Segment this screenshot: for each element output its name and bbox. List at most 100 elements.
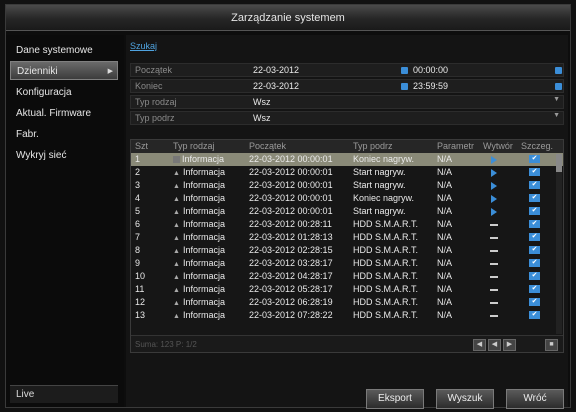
next-page-icon[interactable]: ▶ [503,339,516,351]
play-icon[interactable] [491,156,497,164]
row-parameter: N/A [437,193,452,203]
start-date-field[interactable]: 22-03-2012 [253,65,299,75]
warning-icon: ▲ [173,248,180,255]
export-button[interactable]: Eksport [366,389,424,409]
row-time-text: 22-03-2012 00:00:01 [249,193,333,203]
details-check-icon[interactable]: ✔ [529,298,540,306]
row-number: 13 [135,310,145,320]
details-check-icon[interactable]: ✔ [529,259,540,267]
table-row[interactable]: 3 ▲ Informacja 22-03-2012 00:00:01 Start nag… [131,179,563,192]
live-view-button[interactable]: Live [10,385,118,403]
details-check-icon[interactable]: ✔ [529,181,540,189]
row-minor-type: HDD S.M.A.R.T. [353,297,418,307]
sidebar-item-configuration[interactable]: Konfiguracja [10,83,118,102]
clock-icon[interactable] [555,67,562,74]
end-time-field[interactable]: 23:59:59 [413,81,448,91]
row-time-text: 22-03-2012 00:00:01 [249,206,333,216]
details-check-icon[interactable]: ✔ [529,233,540,241]
major-type-row[interactable]: Typ rodzaj Wsz ▼ [130,95,564,109]
row-parameter: N/A [437,180,452,190]
play-icon[interactable] [491,182,497,190]
calendar-icon[interactable] [401,83,408,90]
play-icon[interactable] [491,195,497,203]
col-major-type: Typ rodzaj [173,141,215,151]
end-date-field[interactable]: 22-03-2012 [253,81,299,91]
warning-icon: ▲ [173,300,180,307]
table-row[interactable]: 12 ▲ Informacja 22-03-2012 06:28:19 HDD S.M.… [131,296,563,309]
row-major-type-text: Informacja [182,297,225,307]
tab-search[interactable]: Szukaj [130,41,157,51]
details-check-icon[interactable]: ✔ [529,246,540,254]
row-major-type: ▲ Informacja [173,258,225,268]
row-parameter: N/A [437,258,452,268]
clock-icon[interactable] [555,83,562,90]
minor-type-row[interactable]: Typ podrz Wsz ▼ [130,111,564,125]
first-page-icon[interactable]: ◀ [473,339,486,351]
row-time-text: 22-03-2012 03:28:17 [249,258,333,268]
row-minor-type: HDD S.M.A.R.T. [353,284,418,294]
details-check-icon[interactable]: ✔ [529,220,540,228]
row-minor-type: HDD S.M.A.R.T. [353,310,418,320]
details-check-icon[interactable]: ✔ [529,311,540,319]
row-parameter: N/A [437,284,452,294]
warning-icon: ▲ [173,222,180,229]
details-check-icon[interactable]: ✔ [529,168,540,176]
details-check-icon[interactable]: ✔ [529,194,540,202]
sidebar-item-firmware-update[interactable]: Aktual. Firmware [10,104,118,123]
table-row[interactable]: 1 Informacja 22-03-2012 00:00:01 Koniec nag… [131,153,563,166]
table-row[interactable]: 4 ▲ Informacja 22-03-2012 00:00:01 Koniec na… [131,192,563,205]
result-count: Suma: 123 P: 1/2 [135,340,197,349]
row-number-text: 8 [135,245,141,255]
table-row[interactable]: 10 ▲ Informacja 22-03-2012 04:28:17 HDD S.M.… [131,270,563,283]
play-icon[interactable] [491,208,497,216]
info-icon [173,156,180,163]
sidebar-item-network-detect[interactable]: Wykryj sieć [10,146,118,165]
details-check-icon[interactable]: ✔ [529,207,540,215]
dash-icon [490,302,498,304]
row-minor-type: HDD S.M.A.R.T. [353,258,418,268]
search-button[interactable]: Wyszuk [436,389,494,409]
row-number: 1 [135,154,140,164]
table-row[interactable]: 6 ▲ Informacja 22-03-2012 00:28:11 HDD S.M.A… [131,218,563,231]
system-management-window: Zarządzanie systemem Dane systemowe Dzie… [5,4,571,409]
row-time-text: 22-03-2012 02:28:15 [249,245,333,255]
sidebar-item-system-info[interactable]: Dane systemowe [10,41,118,60]
scrollbar-thumb[interactable] [556,154,562,172]
start-label: Początek [135,65,173,75]
row-parameter-text: N/A [437,154,453,164]
prev-page-icon[interactable]: ◀ [488,339,501,351]
row-major-type: ▲ Informacja [173,219,225,229]
start-time-field[interactable]: 00:00:00 [413,65,448,75]
row-number-text: 2 [135,167,141,177]
dash-icon [490,289,498,291]
row-time-text: 22-03-2012 07:28:22 [249,310,333,320]
view-icon[interactable]: ■ [545,339,558,351]
row-parameter: N/A [437,245,452,255]
details-check-icon[interactable]: ✔ [529,285,540,293]
table-row[interactable]: 7 ▲ Informacja 22-03-2012 01:28:13 HDD S.M.A… [131,231,563,244]
sidebar-item-logs[interactable]: Dzienniki ▶ [10,61,118,80]
major-type-select[interactable]: Wsz [253,97,271,107]
table-row[interactable]: 5 ▲ Informacja 22-03-2012 00:00:01 Start nag… [131,205,563,218]
table-row[interactable]: 9 ▲ Informacja 22-03-2012 03:28:17 HDD S.M.A… [131,257,563,270]
sidebar-item-factory-defaults[interactable]: Fabr. [10,125,118,144]
table-scrollbar[interactable] [556,154,562,334]
row-minor-type-text: HDD S.M.A.R.T. [353,310,419,320]
row-number: 11 [135,284,144,294]
calendar-icon[interactable] [401,67,408,74]
back-button[interactable]: Wróć [506,389,564,409]
table-row[interactable]: 13 ▲ Informacja 22-03-2012 07:28:22 HDD S.M.… [131,309,563,322]
play-icon[interactable] [491,169,497,177]
row-minor-type: HDD S.M.A.R.T. [353,271,418,281]
row-time-text: 22-03-2012 00:00:01 [249,154,333,164]
end-time-row: Koniec 22-03-2012 23:59:59 [130,79,564,93]
row-number: 12 [135,297,145,307]
table-row[interactable]: 2 ▲ Informacja 22-03-2012 00:00:01 Start nag… [131,166,563,179]
table-row[interactable]: 8 ▲ Informacja 22-03-2012 02:28:15 HDD S.M.A… [131,244,563,257]
row-number-text: 3 [135,180,141,190]
row-minor-type-text: Start nagryw. [353,206,406,216]
details-check-icon[interactable]: ✔ [529,155,540,163]
minor-type-select[interactable]: Wsz [253,113,271,123]
details-check-icon[interactable]: ✔ [529,272,540,280]
table-row[interactable]: 11 ▲ Informacja 22-03-2012 05:28:17 HDD S.M.… [131,283,563,296]
